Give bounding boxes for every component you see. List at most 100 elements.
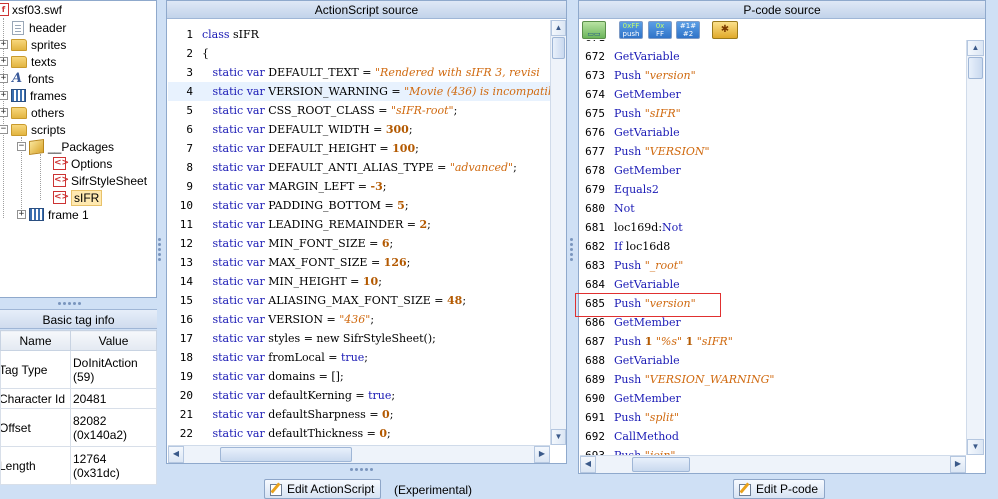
tree-item-options[interactable]: <> Options (53, 155, 112, 172)
code-line[interactable]: 19 static var domains = []; (168, 367, 550, 386)
code-line[interactable]: 4 static var VERSION_WARNING = "Movie (4… (168, 82, 550, 101)
table-row[interactable]: Tag Type DoInitAction (59) (0, 350, 157, 389)
scroll-left-arrow[interactable]: ◀ (580, 456, 596, 473)
actionscript-editor[interactable]: 1 class sIFR 2{3 static var DEFAULT_TEXT =… (168, 20, 550, 445)
collapse-toggle[interactable]: − (0, 125, 8, 134)
horizontal-scrollbar[interactable]: ◀ ▶ (580, 455, 966, 473)
splitter-grip[interactable] (58, 302, 81, 306)
code-line[interactable]: 672 GetVariable (580, 47, 965, 66)
tree-item-sifrstylesheet[interactable]: <> SifrStyleSheet (53, 172, 147, 189)
code-line[interactable]: 6 static var DEFAULT_WIDTH = 300; (168, 120, 550, 139)
splitter-grip[interactable] (570, 238, 574, 261)
code-line[interactable]: 2{ (168, 44, 550, 63)
tree-item-header[interactable]: header (12, 19, 66, 36)
code-line[interactable]: 677 Push "VERSION" (580, 142, 965, 161)
code-line[interactable]: 14 static var MIN_HEIGHT = 10; (168, 272, 550, 291)
code-line[interactable]: 680 Not (580, 199, 965, 218)
code-line[interactable]: 678 GetMember (580, 161, 965, 180)
deobfuscate-icon[interactable]: ✱ (712, 21, 738, 39)
expand-toggle[interactable]: + (0, 108, 8, 117)
tree-item-texts[interactable]: + texts (0, 53, 56, 70)
code-line[interactable]: 693Push "join" (580, 446, 965, 455)
code-line[interactable]: 13 static var MAX_FONT_SIZE = 126; (168, 253, 550, 272)
tree-item-packages[interactable]: − __Packages (17, 138, 114, 155)
code-line[interactable]: 9 static var MARGIN_LEFT = -3; (168, 177, 550, 196)
scroll-right-arrow[interactable]: ▶ (950, 456, 966, 473)
resolve-constants-icon[interactable]: #1# #2 (676, 21, 700, 39)
code-line[interactable]: 681 loc169d:Not (580, 218, 965, 237)
scroll-thumb[interactable] (968, 57, 983, 79)
code-line[interactable]: 684 GetVariable (580, 275, 965, 294)
expand-toggle[interactable]: + (0, 40, 8, 49)
code-line[interactable]: 676 GetVariable (580, 123, 965, 142)
splitter-grip[interactable] (350, 468, 373, 472)
scroll-up-arrow[interactable]: ▲ (551, 20, 566, 36)
code-line[interactable]: 5 static var CSS_ROOT_CLASS = "sIFR-root… (168, 101, 550, 120)
table-row[interactable]: Offset 82082 (0x140a2) (0, 408, 157, 447)
tree-item-others[interactable]: + others (0, 104, 64, 121)
collapse-toggle[interactable]: − (17, 142, 26, 151)
frames-icon (11, 89, 26, 102)
edit-actionscript-button[interactable]: Edit ActionScript (264, 479, 382, 499)
graph-icon[interactable]: ▭▭ (582, 21, 606, 39)
code-line[interactable]: 8 static var DEFAULT_ANTI_ALIAS_TYPE = "… (168, 158, 550, 177)
hex-push-icon[interactable]: 0xFF push (619, 21, 643, 39)
tree-item-fonts[interactable]: + A fonts (0, 70, 54, 87)
code-line[interactable]: 692 CallMethod (580, 427, 965, 446)
tree-item-sprites[interactable]: + sprites (0, 36, 66, 53)
code-token: 48 (447, 294, 463, 307)
scroll-down-arrow[interactable]: ▼ (551, 429, 566, 445)
code-line[interactable]: 21 static var defaultSharpness = 0; (168, 405, 550, 424)
code-line[interactable]: 674 GetMember (580, 85, 965, 104)
tree-root[interactable]: f xsf03.swf (0, 1, 62, 18)
code-line[interactable]: 687 Push 1 "%s" 1 "sIFR" (580, 332, 965, 351)
pcode-editor[interactable]: 671 672 GetVariable 673 Push "version" 674 Get… (580, 40, 965, 455)
code-line[interactable]: 673 Push "version" (580, 66, 965, 85)
code-line[interactable]: 691 Push "split" (580, 408, 965, 427)
vertical-scrollbar[interactable]: ▲ ▼ (966, 40, 984, 455)
hex-ff-icon[interactable]: 0x FF (648, 21, 672, 39)
vertical-scrollbar[interactable]: ▲ ▼ (550, 20, 566, 445)
code-line[interactable]: 15 static var ALIASING_MAX_FONT_SIZE = 4… (168, 291, 550, 310)
splitter-grip[interactable] (158, 238, 162, 261)
code-line[interactable]: 688 GetVariable (580, 351, 965, 370)
tag-tree[interactable]: f xsf03.swf header + sprites + texts + A… (0, 0, 157, 298)
expand-toggle[interactable]: + (0, 74, 8, 83)
code-line[interactable]: 22 static var defaultThickness = 0; (168, 424, 550, 443)
edit-pcode-button[interactable]: Edit P-code (733, 479, 826, 499)
tree-item-frame-1[interactable]: + frame 1 (17, 206, 89, 223)
code-line[interactable]: 20 static var defaultKerning = true; (168, 386, 550, 405)
horizontal-scrollbar[interactable]: ◀ ▶ (168, 445, 550, 463)
scroll-thumb[interactable] (552, 37, 565, 59)
code-line[interactable]: 690 GetMember (580, 389, 965, 408)
code-line[interactable]: 11 static var LEADING_REMAINDER = 2; (168, 215, 550, 234)
code-line[interactable]: 679 Equals2 (580, 180, 965, 199)
code-line[interactable]: 675 Push "sIFR" (580, 104, 965, 123)
code-line[interactable]: 682 If loc16d8 (580, 237, 965, 256)
tree-item-sifr[interactable]: <> sIFR (53, 189, 103, 206)
scroll-thumb[interactable] (220, 447, 352, 462)
code-line[interactable]: 683 Push "_root" (580, 256, 965, 275)
scroll-up-arrow[interactable]: ▲ (967, 40, 984, 56)
code-line[interactable]: 7 static var DEFAULT_HEIGHT = 100; (168, 139, 550, 158)
scroll-left-arrow[interactable]: ◀ (168, 446, 184, 463)
code-line[interactable]: 689 Push "VERSION_WARNING" (580, 370, 965, 389)
expand-toggle[interactable]: + (0, 91, 8, 100)
table-row[interactable]: Length 12764 (0x31dc) (0, 446, 157, 485)
table-row[interactable]: Character Id 20481 (0, 388, 157, 409)
code-line[interactable]: 3 static var DEFAULT_TEXT = "Rendered wi… (168, 63, 550, 82)
scroll-right-arrow[interactable]: ▶ (534, 446, 550, 463)
code-line[interactable]: 12 static var MIN_FONT_SIZE = 6; (168, 234, 550, 253)
code-line[interactable]: 1 class sIFR (168, 25, 550, 44)
code-token: static var (202, 218, 269, 231)
code-line[interactable]: 16 static var VERSION = "436"; (168, 310, 550, 329)
code-line[interactable]: 17 static var styles = new SifrStyleShee… (168, 329, 550, 348)
scroll-thumb[interactable] (632, 457, 690, 472)
scroll-down-arrow[interactable]: ▼ (967, 439, 984, 455)
code-line[interactable]: 10 static var PADDING_BOTTOM = 5; (168, 196, 550, 215)
tree-item-frames[interactable]: + frames (0, 87, 67, 104)
tree-item-scripts[interactable]: − scripts (0, 121, 66, 138)
expand-toggle[interactable]: + (0, 57, 8, 66)
expand-toggle[interactable]: + (17, 210, 26, 219)
code-line[interactable]: 18 static var fromLocal = true; (168, 348, 550, 367)
